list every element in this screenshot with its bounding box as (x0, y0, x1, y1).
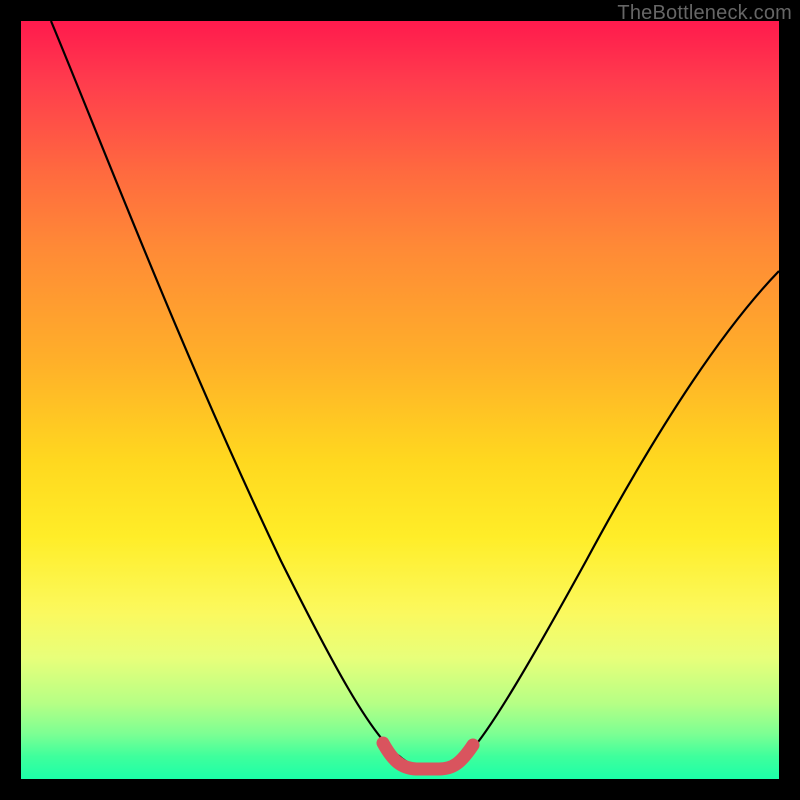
chart-frame: TheBottleneck.com (0, 0, 800, 800)
chart-plot-area (21, 21, 779, 779)
highlight-segment-path (383, 743, 473, 769)
chart-svg (21, 21, 779, 779)
watermark-text: TheBottleneck.com (617, 2, 792, 25)
curve-path (51, 21, 779, 769)
